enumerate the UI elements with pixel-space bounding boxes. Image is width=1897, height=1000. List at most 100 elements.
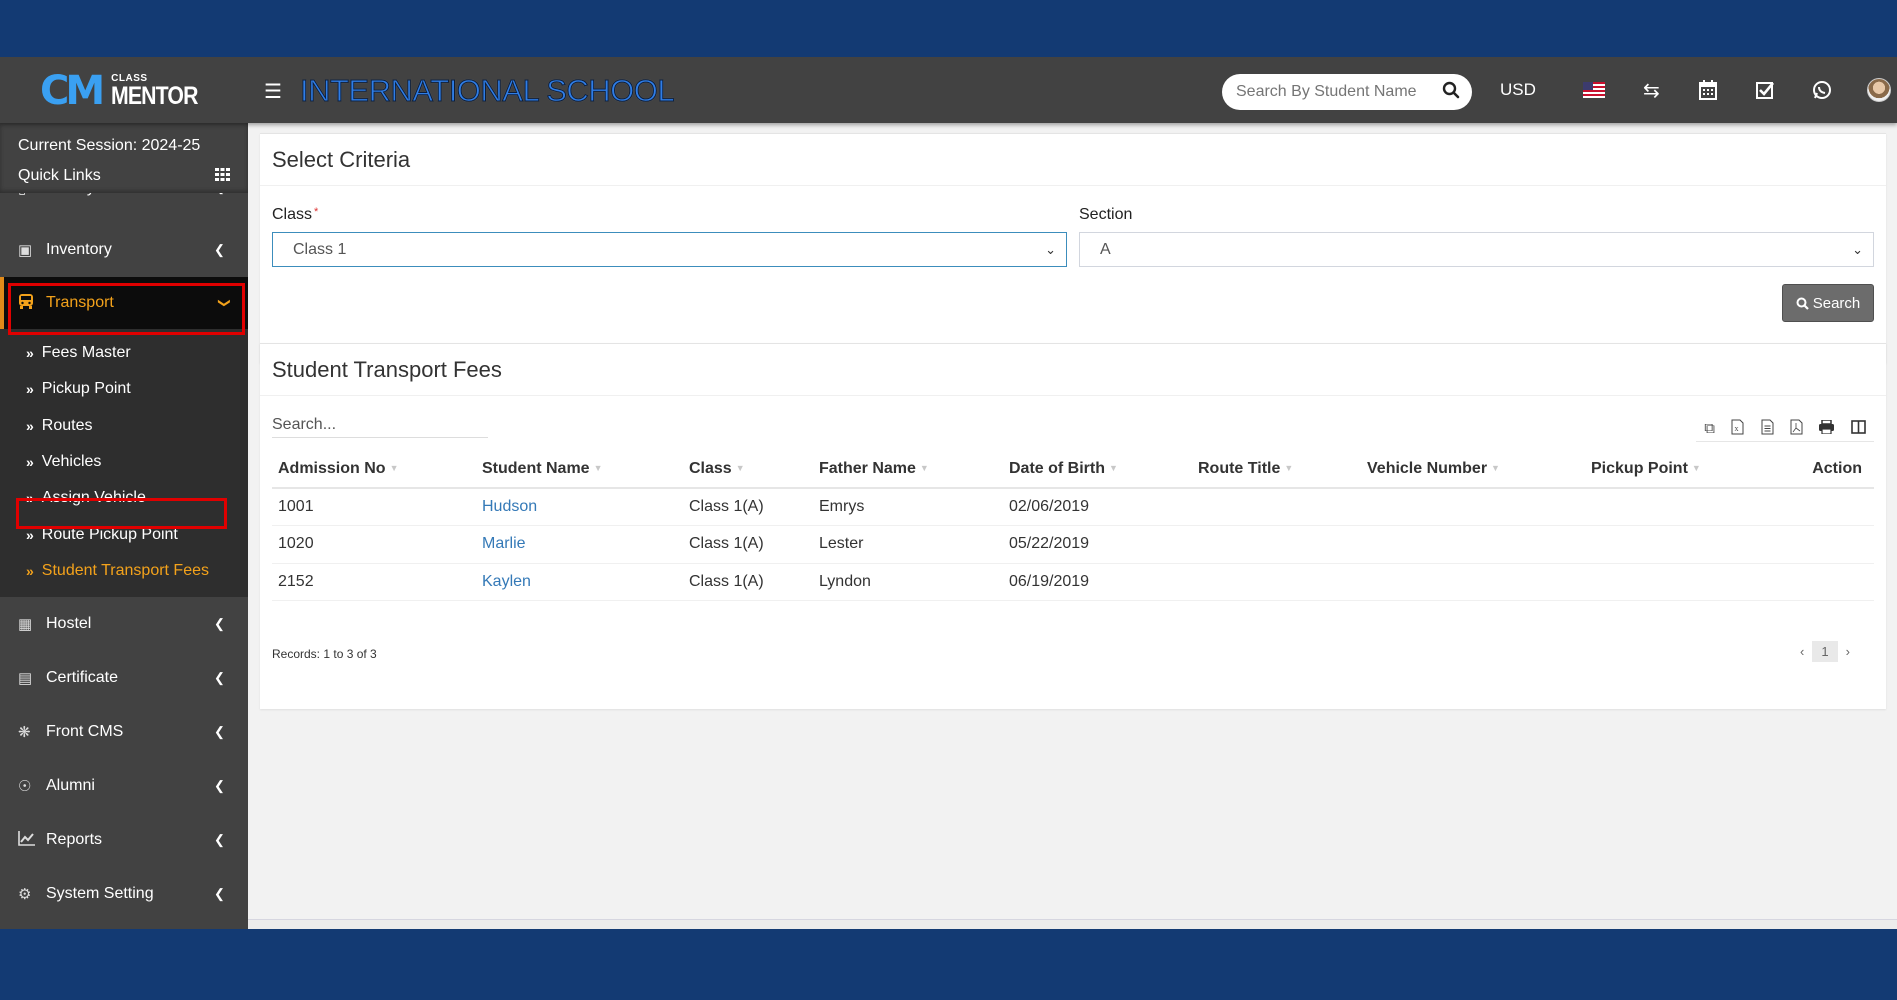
sidebar-item-inventory[interactable]: ▣ Inventory ❮ bbox=[0, 223, 248, 277]
submenu-item-fees-master[interactable]: » Fees Master bbox=[0, 335, 248, 371]
prev-page-button[interactable]: ‹ bbox=[1800, 644, 1804, 659]
double-chevron-icon: » bbox=[26, 526, 34, 543]
student-name-link[interactable]: Hudson bbox=[482, 498, 537, 515]
submenu-item-assign-vehicle[interactable]: » Assign Vehicle bbox=[0, 480, 248, 516]
submenu-item-label: Routes bbox=[41, 416, 93, 434]
sidebar-item-reports[interactable]: Reports ❮ bbox=[0, 813, 248, 867]
chevron-left-icon: ❮ bbox=[214, 832, 225, 848]
page-1-button[interactable]: 1 bbox=[1812, 641, 1838, 662]
whatsapp-icon[interactable] bbox=[1794, 80, 1851, 100]
table-search-input[interactable] bbox=[272, 412, 488, 438]
cell-class: Class 1(A) bbox=[683, 488, 813, 526]
logo-big-text: MENTOR bbox=[111, 81, 198, 110]
sidebar-item-label: System Setting bbox=[46, 885, 154, 903]
class-label: Class * bbox=[272, 206, 319, 223]
print-icon[interactable] bbox=[1819, 418, 1835, 438]
cell-route-title bbox=[1192, 563, 1361, 601]
student-search-input[interactable] bbox=[1236, 83, 1436, 101]
student-name-link[interactable]: Marlie bbox=[482, 535, 526, 552]
cell-father-name: Lester bbox=[813, 525, 1003, 564]
next-page-button[interactable]: › bbox=[1846, 644, 1850, 659]
pdf-icon[interactable] bbox=[1790, 419, 1803, 439]
cell-pickup-point bbox=[1585, 488, 1755, 526]
sidebar-item-alumni[interactable]: ☉ Alumni ❮ bbox=[0, 759, 248, 813]
sidebar-item-transport[interactable]: Transport ❮ bbox=[0, 277, 248, 329]
sidebar-item-front-cms[interactable]: ❋ Front CMS ❮ bbox=[0, 705, 248, 759]
search-icon bbox=[1796, 297, 1809, 310]
menu-icon[interactable]: ☰ bbox=[264, 79, 282, 104]
double-chevron-icon: » bbox=[26, 381, 34, 398]
column-header-vehicle-number[interactable]: Vehicle Number ▼ bbox=[1361, 450, 1585, 489]
column-header-route-title[interactable]: Route Title ▼ bbox=[1192, 450, 1361, 489]
columns-icon[interactable] bbox=[1850, 419, 1866, 438]
sort-icon: ▼ bbox=[1284, 463, 1294, 474]
sidebar-item-hostel[interactable]: ▦ Hostel ❮ bbox=[0, 597, 248, 651]
cell-dob: 05/22/2019 bbox=[1003, 525, 1192, 564]
chevron-down-icon: ⌄ bbox=[1045, 242, 1056, 257]
transport-submenu: » Fees Master » Pickup Point » Routes » Vehi… bbox=[0, 329, 248, 598]
quick-links[interactable]: Quick Links bbox=[18, 161, 230, 191]
csv-icon[interactable] bbox=[1761, 419, 1774, 439]
building-icon: ▦ bbox=[18, 616, 33, 634]
double-chevron-icon: » bbox=[26, 345, 34, 362]
sort-icon: ▼ bbox=[1109, 463, 1118, 474]
submenu-item-route-pickup-point[interactable]: » Route Pickup Point bbox=[0, 516, 248, 552]
sidebar-item-label: Front CMS bbox=[46, 723, 124, 741]
section-label: Section bbox=[1079, 206, 1133, 223]
column-header-date-of-birth[interactable]: Date of Birth ▼ bbox=[1003, 450, 1192, 489]
cell-father-name: Lyndon bbox=[813, 563, 1003, 601]
cell-class: Class 1(A) bbox=[683, 563, 813, 601]
logo-mark: CM bbox=[40, 68, 105, 114]
logo[interactable]: CM CLASS MENTOR bbox=[40, 69, 213, 113]
submenu-item-label: Fees Master bbox=[41, 344, 131, 362]
sort-icon: ▼ bbox=[919, 463, 929, 474]
column-header-pickup-point[interactable]: Pickup Point ▼ bbox=[1585, 450, 1755, 489]
column-header-admission-no[interactable]: Admission No ▼ bbox=[272, 450, 476, 489]
cell-route-title bbox=[1192, 488, 1361, 526]
excel-icon[interactable]: x bbox=[1731, 419, 1744, 439]
records-info: Records: 1 to 3 of 3 bbox=[272, 647, 377, 661]
quick-links-label: Quick Links bbox=[18, 167, 101, 184]
chevron-left-icon: ❮ bbox=[214, 616, 225, 632]
select-criteria-panel: Select Criteria Class * Class 1 ⌄ Section… bbox=[260, 133, 1886, 363]
sidebar-item-system-setting[interactable]: ⚙ System Setting ❮ bbox=[0, 867, 248, 921]
us-flag-icon[interactable] bbox=[1566, 82, 1623, 98]
cell-dob: 06/19/2019 bbox=[1003, 563, 1192, 601]
transport-fees-panel: Student Transport Fees ⧉ x bbox=[260, 343, 1886, 709]
class-select[interactable]: Class 1 ⌄ bbox=[272, 232, 1067, 267]
submenu-item-vehicles[interactable]: » Vehicles bbox=[0, 444, 248, 480]
certificate-icon: ▤ bbox=[18, 670, 33, 688]
chevron-left-icon: ❮ bbox=[214, 778, 225, 794]
main-content: Select Criteria Class * Class 1 ⌄ Section… bbox=[248, 123, 1897, 929]
exchange-icon[interactable]: ⇆ bbox=[1623, 78, 1680, 103]
required-mark: * bbox=[314, 206, 319, 218]
sort-icon: ▼ bbox=[735, 463, 745, 474]
submenu-item-pickup-point[interactable]: » Pickup Point bbox=[0, 371, 248, 407]
user-avatar[interactable] bbox=[1851, 78, 1897, 102]
submenu-item-routes[interactable]: » Routes bbox=[0, 408, 248, 444]
student-name-link[interactable]: Kaylen bbox=[482, 573, 531, 590]
search-icon[interactable] bbox=[1442, 81, 1460, 104]
search-button[interactable]: Search bbox=[1782, 284, 1874, 322]
chevron-left-icon: ❮ bbox=[214, 724, 225, 740]
panel-title: Select Criteria bbox=[260, 134, 1886, 186]
column-header-student-name[interactable]: Student Name ▼ bbox=[476, 450, 683, 489]
submenu-item-student-transport-fees[interactable]: » Student Transport Fees bbox=[0, 553, 248, 589]
double-chevron-icon: » bbox=[26, 417, 34, 434]
section-select[interactable]: A ⌄ bbox=[1079, 232, 1874, 267]
export-toolbar: ⧉ x bbox=[1696, 416, 1874, 442]
column-header-father-name[interactable]: Father Name ▼ bbox=[813, 450, 1003, 489]
inventory-icon: ▣ bbox=[18, 242, 33, 259]
calendar-icon[interactable] bbox=[1680, 80, 1737, 100]
copy-icon[interactable]: ⧉ bbox=[1704, 420, 1715, 437]
grid-icon[interactable] bbox=[215, 161, 230, 191]
check-square-icon[interactable] bbox=[1737, 81, 1794, 99]
submenu-item-label: Student Transport Fees bbox=[41, 561, 209, 579]
header-actions: USD ⇆ bbox=[1500, 57, 1897, 123]
currency-selector[interactable]: USD bbox=[1500, 80, 1536, 100]
top-band bbox=[0, 0, 1897, 57]
sidebar-item-label: Inventory bbox=[46, 241, 112, 258]
footer bbox=[248, 920, 1897, 929]
column-header-class[interactable]: Class ▼ bbox=[683, 450, 813, 489]
sidebar-item-certificate[interactable]: ▤ Certificate ❮ bbox=[0, 651, 248, 705]
